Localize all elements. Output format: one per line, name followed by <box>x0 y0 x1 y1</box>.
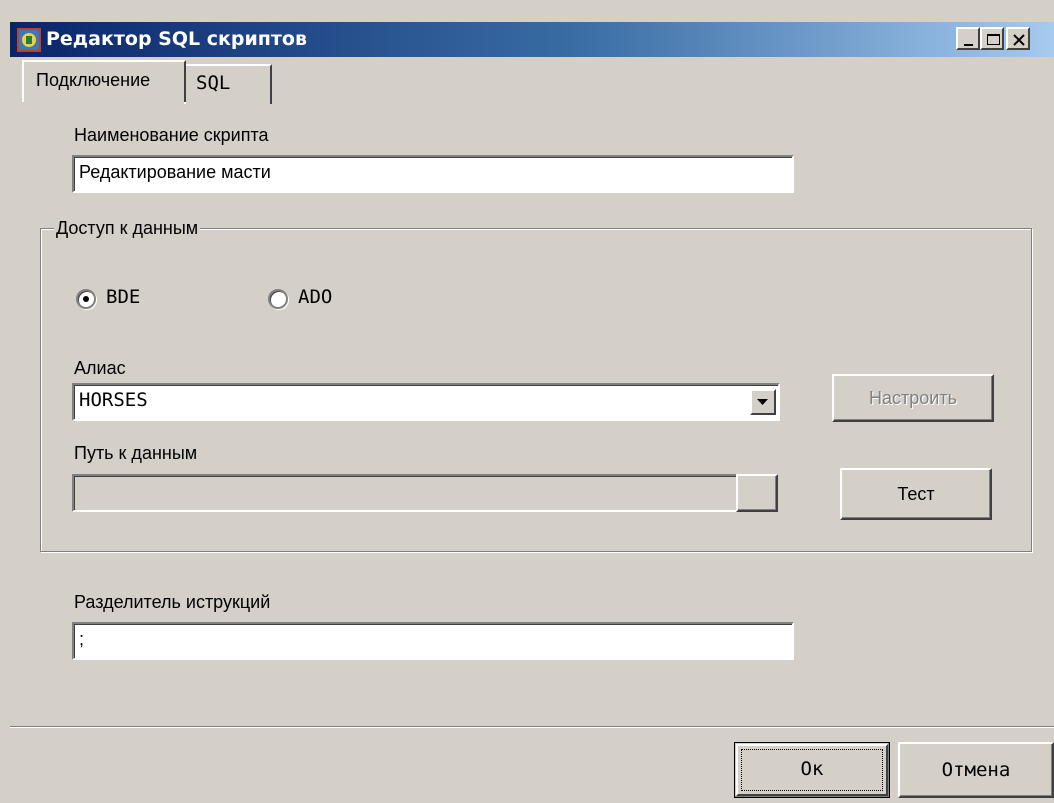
minimize-button[interactable] <box>956 27 980 50</box>
ok-button[interactable]: Ок <box>734 742 890 798</box>
window-title: Редактор SQL скриптов <box>46 28 307 50</box>
test-button-label: Тест <box>897 484 935 504</box>
data-access-legend: Доступ к данным <box>54 218 201 239</box>
script-name-input[interactable]: Редактирование масти <box>72 155 794 193</box>
maximize-button[interactable] <box>980 27 1004 50</box>
radio-ado[interactable] <box>268 289 288 309</box>
alias-value: HORSES <box>79 389 148 411</box>
radio-bde[interactable] <box>76 289 96 309</box>
tab-sql-label: SQL <box>196 72 231 94</box>
minimize-icon <box>964 44 973 46</box>
data-path-label: Путь к данным <box>74 443 198 463</box>
title-bar[interactable]: Редактор SQL скриптов <box>10 22 1054 57</box>
configure-button[interactable]: Настроить <box>832 374 994 422</box>
data-path-input[interactable] <box>72 474 738 512</box>
cancel-button-label: Отмена <box>941 759 1011 781</box>
tab-connection[interactable]: Подключение <box>22 60 186 102</box>
separator-input[interactable]: ; <box>72 622 794 660</box>
sql-script-editor-window: Редактор SQL скриптов Подключение SQL На… <box>0 0 1054 803</box>
radio-ado-label[interactable]: ADO <box>298 286 332 308</box>
alias-label: Алиас <box>74 358 126 378</box>
tab-connection-label: Подключение <box>36 70 151 90</box>
radio-selected-dot <box>83 296 89 302</box>
alias-dropdown-button[interactable] <box>750 389 776 415</box>
close-button[interactable] <box>1006 27 1030 50</box>
alias-select[interactable]: HORSES <box>72 383 780 421</box>
test-button[interactable]: Тест <box>840 468 992 520</box>
ok-button-label: Ок <box>800 758 824 780</box>
app-icon[interactable] <box>16 27 42 53</box>
browse-path-button[interactable] <box>736 474 778 512</box>
cancel-button[interactable]: Отмена <box>898 742 1054 798</box>
radio-bde-label[interactable]: BDE <box>106 286 140 308</box>
configure-button-label: Настроить <box>869 388 957 408</box>
footer-divider <box>10 726 1054 728</box>
separator-label: Разделитель иструкций <box>74 592 271 612</box>
tab-sql[interactable]: SQL <box>184 64 272 104</box>
maximize-icon <box>987 34 1000 45</box>
script-name-label: Наименование скрипта <box>74 125 269 145</box>
chevron-down-icon <box>757 399 768 405</box>
close-icon <box>1013 34 1025 46</box>
